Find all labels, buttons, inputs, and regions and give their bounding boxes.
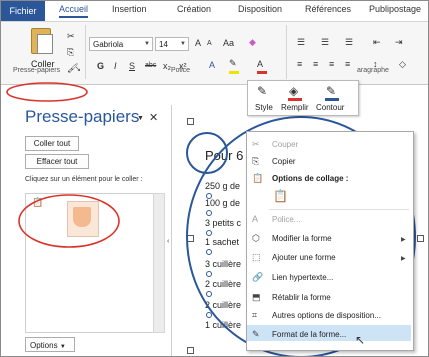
annotation-ellipse-clipboard-label <box>6 82 88 102</box>
reset-shape-icon: ⬒ <box>252 292 261 302</box>
edit-shape-icon: ⬡ <box>252 233 260 243</box>
outline-color-bar <box>325 98 339 101</box>
scissors-icon: ✂ <box>252 139 260 149</box>
copy-icon: ⎘ <box>252 156 260 166</box>
font-icon: A <box>252 214 259 224</box>
menu-item-add-shape[interactable]: Ajouter une forme <box>272 253 336 262</box>
submenu-arrow-icon: ▶ <box>401 256 406 262</box>
format-shape-icon: ✎ <box>252 329 260 339</box>
add-shape-icon: ⬚ <box>252 252 261 262</box>
menu-item-font: Police... <box>272 215 301 224</box>
menu-item-paste-options: Options de collage : <box>272 174 349 183</box>
small-circle-shape[interactable] <box>186 132 228 174</box>
menu-item-cut: Couper <box>272 140 299 149</box>
menu-item-layout-options[interactable]: Autres options de disposition... <box>272 311 381 320</box>
word-window: Fichier Accueil Insertion Création Dispo… <box>0 0 429 357</box>
outline-button[interactable]: Contour <box>316 103 344 112</box>
outline-icon[interactable]: ✎ <box>326 84 336 98</box>
style-icon[interactable]: ✎ <box>257 84 267 98</box>
paste-option-icon[interactable]: 📋 <box>273 189 288 203</box>
paste-icon: 📋 <box>252 173 264 183</box>
mouse-cursor-icon: ↖ <box>355 333 366 347</box>
menu-item-format-shape[interactable]: Format de la forme... <box>272 330 346 339</box>
menu-item-reset-shape[interactable]: Rétablir la forme <box>272 293 331 302</box>
link-icon: 🔗 <box>252 272 264 282</box>
annotation-ellipse-clipboard-item <box>18 194 120 248</box>
menu-item-edit-shape[interactable]: Modifier la forme <box>272 234 332 243</box>
menu-separator <box>269 209 409 210</box>
submenu-arrow-icon: ▶ <box>401 237 406 243</box>
fill-button[interactable]: Remplir <box>281 103 309 112</box>
layout-icon: ⌗ <box>252 310 258 320</box>
fill-color-bar <box>288 98 302 101</box>
fill-icon[interactable]: ◈ <box>289 84 298 98</box>
menu-item-hyperlink[interactable]: Lien hypertexte... <box>272 273 333 282</box>
menu-item-copy[interactable]: Copier <box>272 157 296 166</box>
style-button[interactable]: Style <box>255 103 273 112</box>
